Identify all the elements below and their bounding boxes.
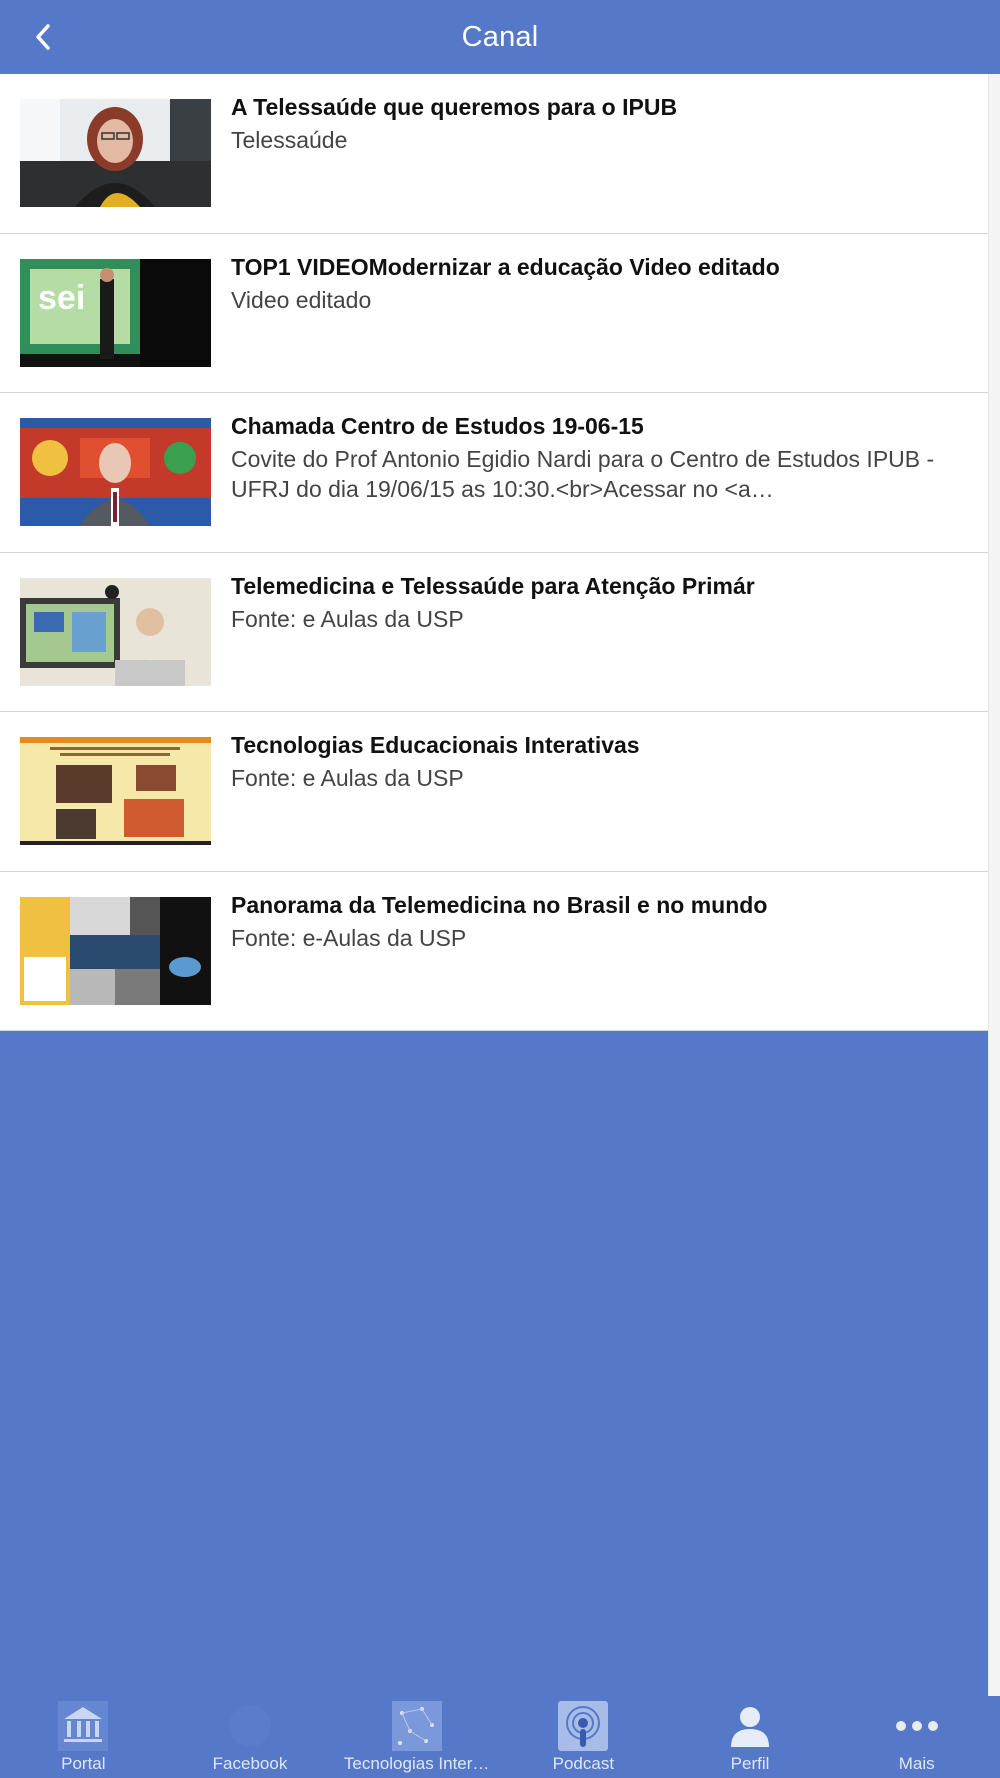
item-title: Chamada Centro de Estudos 19-06-15 — [231, 413, 644, 439]
video-thumbnail — [20, 896, 211, 1005]
tab-mais[interactable]: Mais — [833, 1696, 1000, 1778]
page-title: Canal — [461, 20, 539, 53]
video-thumbnail — [20, 577, 211, 686]
list-item[interactable]: sei TOP1 VIDEOModernizar a educação Vide… — [0, 234, 988, 393]
portal-logo-icon — [57, 1700, 109, 1752]
scroll-track — [988, 74, 1000, 1696]
tab-label: Facebook — [212, 1754, 288, 1773]
chevron-left-icon — [36, 24, 50, 50]
more-icon — [891, 1700, 943, 1752]
list-item[interactable]: Telemedicina e Telessaúde para Atenção P… — [0, 553, 988, 712]
video-list: A Telessaúde que queremos para o IPUB Te… — [0, 74, 988, 1031]
video-thumbnail — [20, 737, 211, 845]
profile-icon — [724, 1700, 776, 1752]
video-thumbnail — [20, 99, 211, 207]
tab-label: Mais — [898, 1754, 935, 1773]
video-thumbnail — [20, 418, 211, 526]
tecnologias-icon — [391, 1700, 443, 1752]
item-title: TOP1 VIDEOModernizar a educação Video ed… — [231, 253, 780, 280]
tab-tecnologias[interactable]: Tecnologias Inter… — [333, 1696, 500, 1778]
item-subtitle: Video editado — [231, 286, 372, 313]
svg-text:sei: sei — [38, 279, 85, 317]
tab-podcast[interactable]: Podcast — [500, 1696, 667, 1778]
tab-perfil[interactable]: Perfil — [667, 1696, 834, 1778]
list-item[interactable]: Chamada Centro de Estudos 19-06-15 Covit… — [0, 393, 988, 553]
item-subtitle: Fonte: e-Aulas da USP — [231, 924, 467, 951]
item-title: A Telessaúde que queremos para o IPUB — [231, 94, 678, 120]
item-title: Panorama da Telemedicina no Brasil e no … — [231, 891, 768, 918]
item-title: Tecnologias Educacionais Interativas — [231, 732, 640, 758]
tab-label: Portal — [61, 1754, 106, 1773]
tab-label: Podcast — [552, 1754, 615, 1773]
tab-label: Tecnologias Inter… — [343, 1754, 490, 1773]
item-subtitle: Covite do Prof Antonio Egidio Nardi para… — [231, 446, 935, 502]
top-nav-bar: Canal — [0, 0, 1000, 74]
list-item[interactable]: A Telessaúde que queremos para o IPUB Te… — [0, 74, 988, 234]
video-thumbnail: sei — [20, 258, 211, 367]
item-subtitle: Fonte: e Aulas da USP — [231, 765, 464, 791]
list-item[interactable]: Panorama da Telemedicina no Brasil e no … — [0, 872, 988, 1031]
item-subtitle: Fonte: e Aulas da USP — [231, 605, 464, 632]
bottom-tab-bar: Portal Facebook Tecnologias Inter… Podca… — [0, 1696, 1000, 1778]
podcast-icon — [557, 1700, 609, 1752]
item-title: Telemedicina e Telessaúde para Atenção P… — [231, 572, 755, 599]
tab-facebook[interactable]: Facebook — [167, 1696, 334, 1778]
tab-label: Perfil — [730, 1754, 770, 1773]
facebook-icon — [224, 1700, 276, 1752]
tab-portal[interactable]: Portal — [0, 1696, 167, 1778]
item-subtitle: Telessaúde — [231, 127, 348, 153]
back-button[interactable] — [24, 18, 62, 56]
list-item[interactable]: Tecnologias Educacionais Interativas Fon… — [0, 712, 988, 872]
